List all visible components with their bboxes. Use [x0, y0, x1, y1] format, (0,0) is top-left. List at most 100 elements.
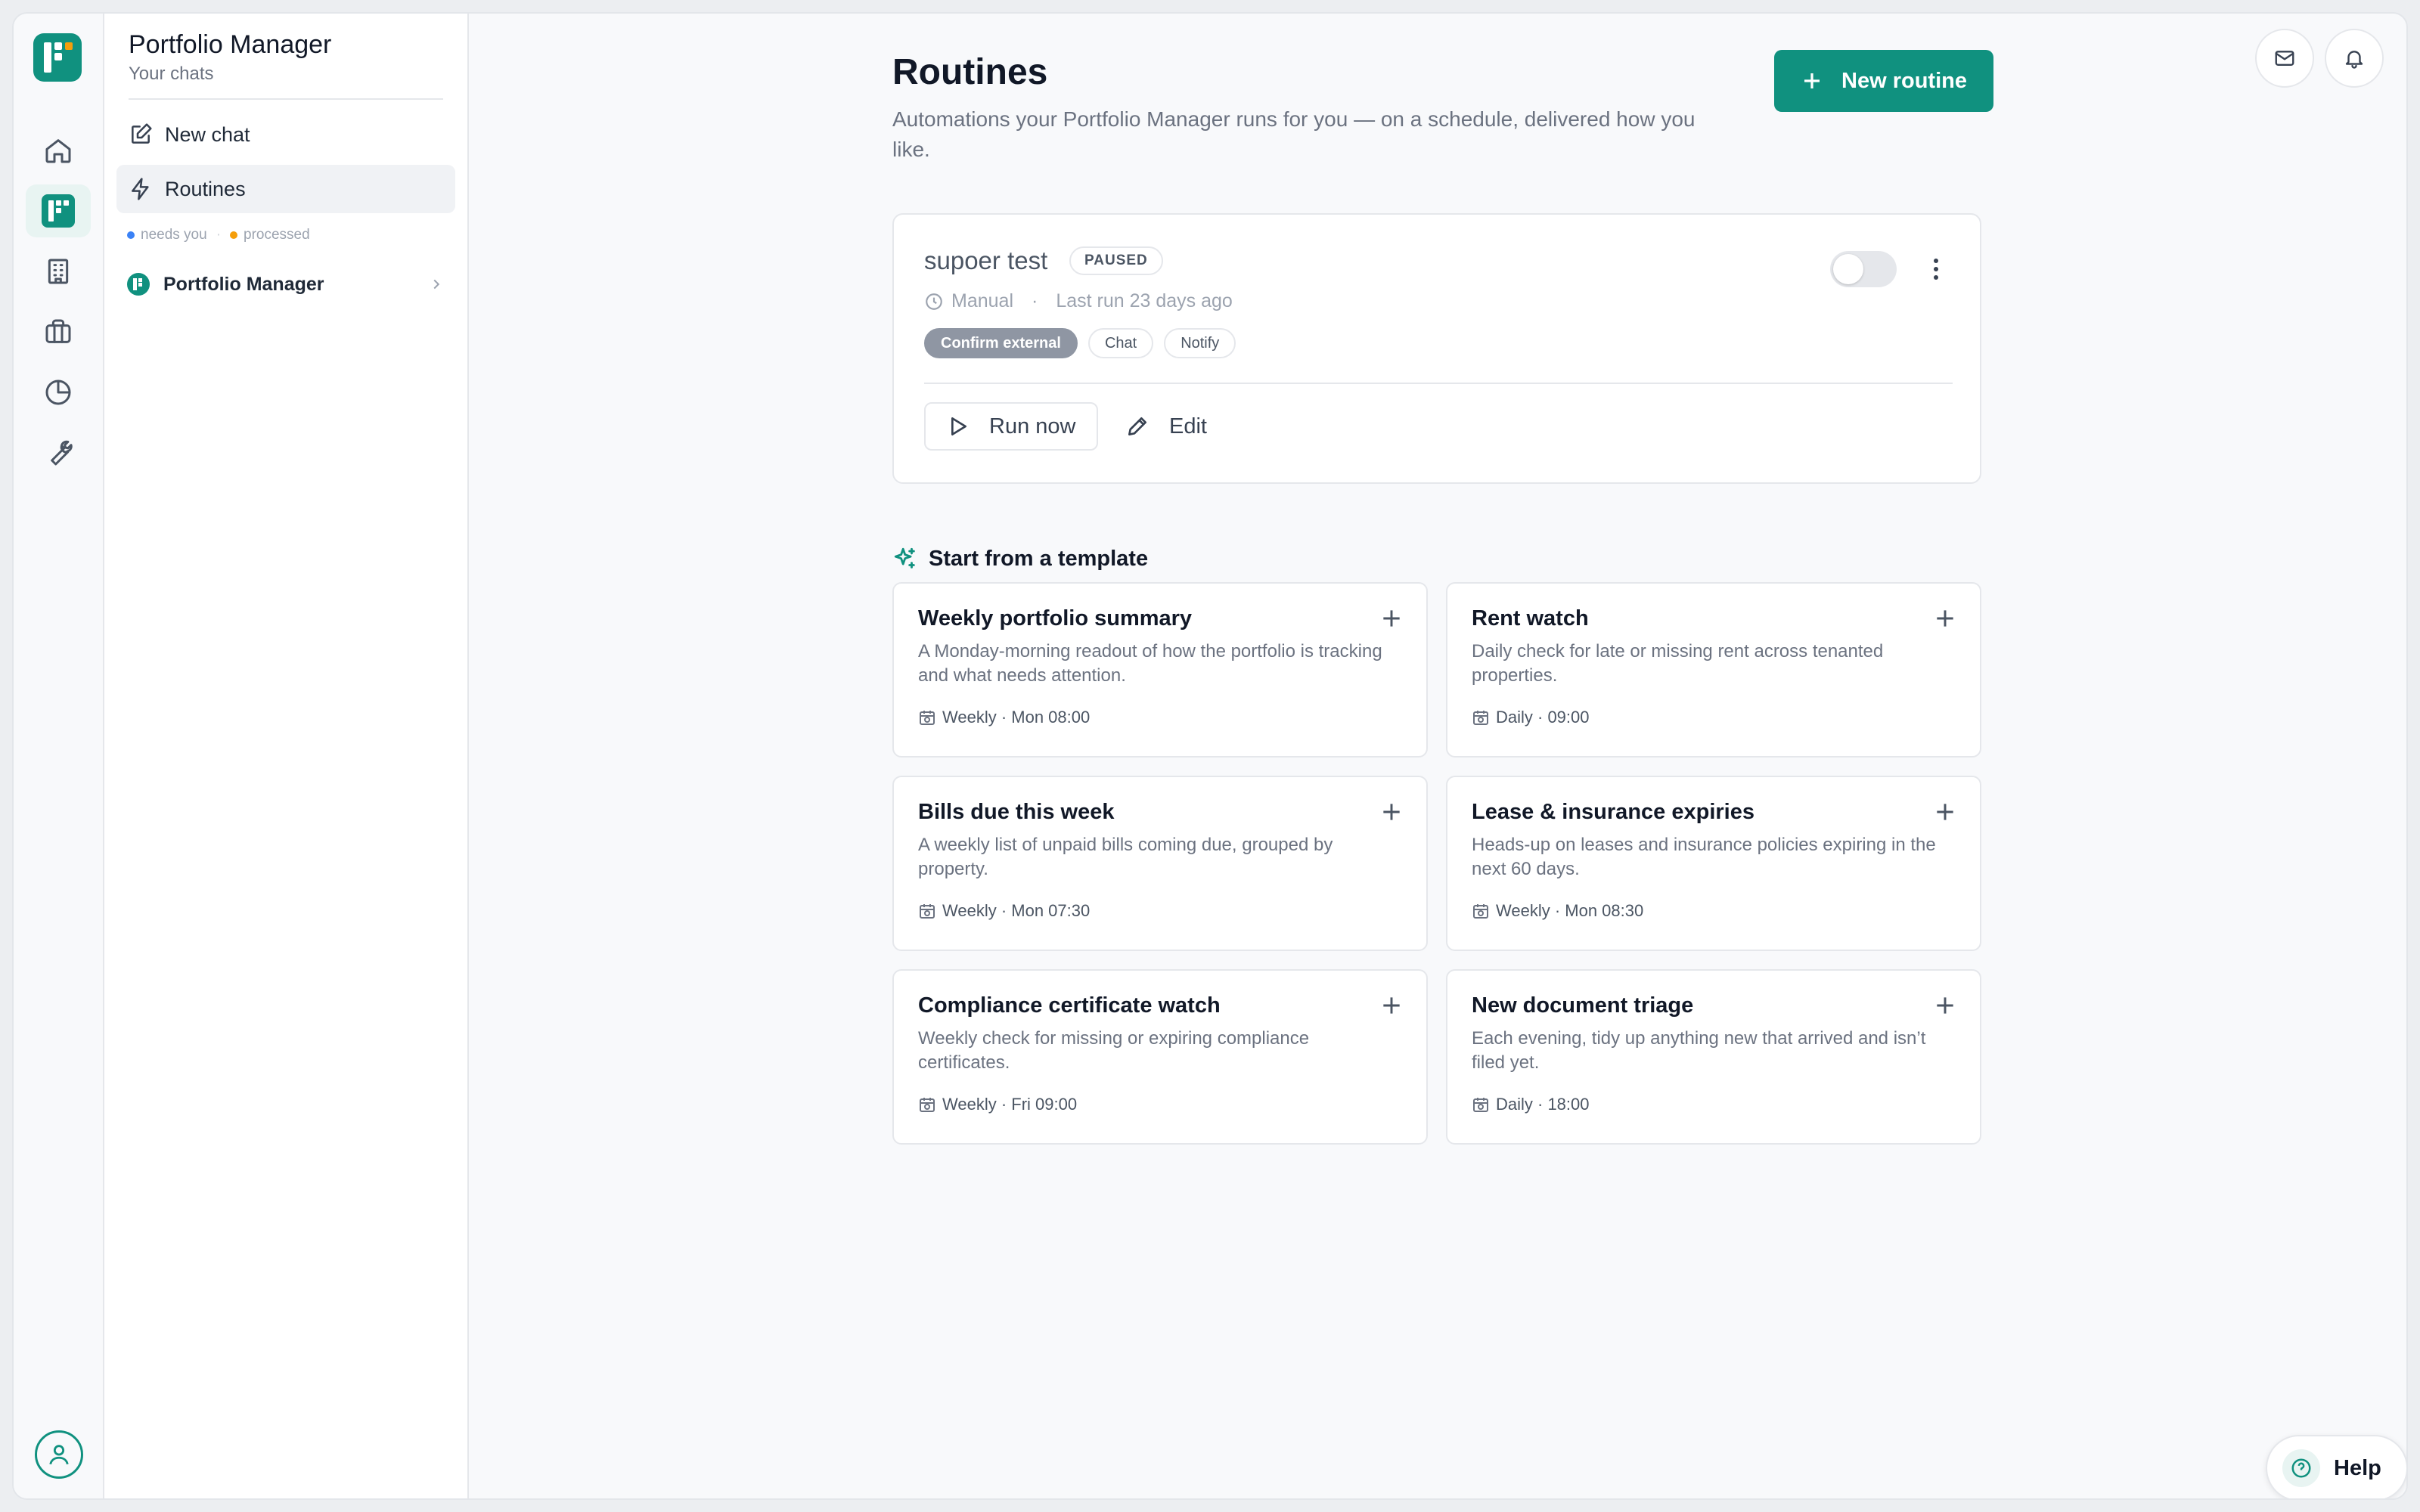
chip-confirm-external: Confirm external [924, 328, 1078, 358]
new-routine-button[interactable]: New routine [1774, 50, 1993, 112]
add-template-button[interactable] [1379, 800, 1404, 824]
template-schedule: Daily · 09:00 [1472, 708, 1590, 727]
routine-last-run: Last run 23 days ago [1056, 290, 1233, 311]
bell-icon[interactable] [2325, 29, 2384, 88]
template-schedule-label: Weekly · Mon 08:00 [942, 708, 1091, 727]
template-name: Rent watch [1472, 606, 1589, 631]
app-logo-icon[interactable] [33, 33, 82, 82]
template-card[interactable]: Bills due this week A weekly list of unp… [892, 776, 1428, 951]
edit-label: Edit [1169, 414, 1207, 438]
sidebar-title: Portfolio Manager [129, 30, 332, 59]
status-legend: needs you · processed [127, 227, 310, 243]
template-card[interactable]: Rent watch Daily check for late or missi… [1446, 582, 1981, 758]
pencil-icon [1128, 417, 1146, 435]
template-card[interactable]: Compliance certificate watch Weekly chec… [892, 969, 1428, 1145]
chat-item-portfolio-manager[interactable]: Portfolio Manager [127, 268, 445, 301]
calendar-clock-icon [920, 711, 935, 725]
status-badge: PAUSED [1069, 246, 1163, 275]
divider [129, 98, 443, 100]
template-description: Weekly check for missing or expiring com… [918, 1028, 1310, 1073]
routine-meta: Manual · Last run 23 days ago [924, 290, 1233, 312]
pie-chart-icon[interactable] [26, 366, 91, 419]
template-card[interactable]: Lease & insurance expiries Heads-up on l… [1446, 776, 1981, 951]
edit-button[interactable]: Edit [1125, 402, 1207, 451]
main-content: Routines Automations your Portfolio Mana… [469, 14, 2406, 1498]
calendar-clock-icon [1473, 1098, 1488, 1112]
plus-icon [1383, 610, 1400, 627]
templates-heading: Start from a template [892, 546, 1148, 572]
portfolio-manager-logo-icon[interactable] [26, 184, 91, 237]
new-routine-label: New routine [1841, 68, 1967, 93]
template-schedule: Daily · 18:00 [1472, 1095, 1590, 1114]
plus-icon [1937, 997, 1953, 1014]
template-schedule-label: Weekly · Mon 08:30 [1496, 901, 1644, 920]
help-circle-icon [2282, 1449, 2320, 1487]
template-name: Bills due this week [918, 800, 1115, 824]
template-card[interactable]: New document triage Each evening, tidy u… [1446, 969, 1981, 1145]
add-template-button[interactable] [1379, 993, 1404, 1018]
lightning-icon [132, 178, 149, 200]
calendar-clock-icon [920, 904, 935, 919]
template-schedule-label: Daily · 09:00 [1496, 708, 1590, 727]
icon-rail [14, 14, 104, 1498]
sidebar-subtitle: Your chats [129, 64, 214, 84]
play-icon [951, 417, 966, 435]
more-options-icon[interactable] [1922, 256, 1950, 283]
sidebar-item-routines[interactable]: Routines [116, 165, 455, 213]
wrench-icon[interactable] [26, 426, 91, 479]
edit-square-icon [132, 123, 152, 144]
routine-chips: Confirm external Chat Notify [924, 328, 1246, 358]
plus-icon [1383, 804, 1400, 820]
sparkles-icon [894, 547, 915, 569]
run-now-label: Run now [989, 414, 1076, 438]
template-name: New document triage [1472, 993, 1694, 1018]
legend-needs-you: needs you [141, 227, 207, 243]
template-description: Heads-up on leases and insurance policie… [1472, 835, 1936, 879]
template-description: A Monday-morning readout of how the port… [918, 641, 1382, 686]
home-icon[interactable] [26, 124, 91, 177]
mail-icon[interactable] [2255, 29, 2314, 88]
template-schedule: Weekly · Mon 08:00 [918, 708, 1090, 727]
template-schedule: Weekly · Mon 07:30 [918, 901, 1090, 921]
run-now-button[interactable]: Run now [924, 402, 1098, 451]
building-icon[interactable] [26, 245, 91, 298]
chip-notify: Notify [1164, 328, 1236, 358]
add-template-button[interactable] [1933, 993, 1957, 1018]
plus-icon [1383, 997, 1400, 1014]
calendar-clock-icon [1473, 711, 1488, 725]
add-template-button[interactable] [1933, 606, 1957, 631]
template-schedule-label: Weekly · Mon 07:30 [942, 901, 1091, 920]
add-template-button[interactable] [1379, 606, 1404, 631]
briefcase-icon[interactable] [26, 305, 91, 358]
chat-item-label: Portfolio Manager [163, 273, 324, 295]
user-icon[interactable] [35, 1430, 83, 1479]
plus-icon [1937, 610, 1953, 627]
add-template-button[interactable] [1933, 800, 1957, 824]
templates-heading-label: Start from a template [929, 546, 1149, 571]
template-schedule: Weekly · Mon 08:30 [1472, 901, 1643, 921]
calendar-clock-icon [920, 1098, 935, 1112]
calendar-clock-icon [1473, 904, 1488, 919]
portfolio-manager-avatar-icon [127, 273, 150, 296]
template-name: Compliance certificate watch [918, 993, 1221, 1018]
template-description: Each evening, tidy up anything new that … [1472, 1028, 1926, 1073]
clock-icon [926, 293, 942, 310]
chevron-right-icon [433, 279, 440, 290]
new-chat-button[interactable]: New chat [116, 110, 455, 159]
chip-chat: Chat [1087, 328, 1154, 358]
routine-name: supoer test [924, 246, 1048, 274]
template-description: A weekly list of unpaid bills coming due… [918, 835, 1333, 879]
routines-label: Routines [165, 177, 246, 200]
chat-sidebar: Portfolio Manager Your chats New chat Ro… [104, 14, 469, 1498]
template-name: Lease & insurance expiries [1472, 800, 1754, 824]
page-title: Routines [892, 52, 1048, 92]
template-card[interactable]: Weekly portfolio summary A Monday-mornin… [892, 582, 1428, 758]
plus-icon [1937, 804, 1953, 820]
new-chat-label: New chat [165, 122, 250, 146]
template-schedule-label: Weekly · Fri 09:00 [942, 1095, 1078, 1114]
separator: · [1032, 290, 1038, 311]
routine-enabled-toggle[interactable] [1830, 251, 1897, 287]
page-description: Automations your Portfolio Manager runs … [892, 107, 1696, 161]
legend-processed: processed [244, 227, 310, 243]
help-button[interactable]: Help [2266, 1435, 2406, 1498]
